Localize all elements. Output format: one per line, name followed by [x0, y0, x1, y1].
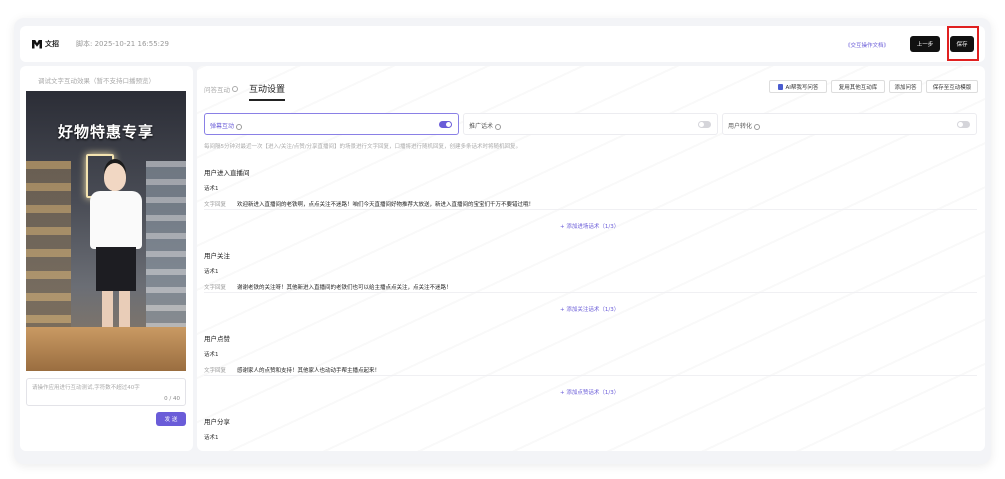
settings-panel: 问答互动 互动设置 AI帮我写问答 复用其他互动库 添加问答 保存至互动模版 弹… [197, 66, 985, 451]
toggle-switch-danmaku[interactable] [439, 121, 452, 128]
script-label: 话术1 [204, 186, 219, 192]
brand-name: 文招 [45, 40, 59, 48]
logo-icon [32, 39, 42, 49]
toggle-text: 推广话术 [469, 123, 494, 130]
tab-interact-settings[interactable]: 互动设置 [249, 82, 285, 95]
reuse-library-button[interactable]: 复用其他互动库 [831, 80, 885, 93]
help-icon [495, 123, 502, 130]
reply-text: 谢谢老铁的关注呀！其他新进入直播间的老铁们也可以给主播点点关注，点关注不迷路！ [237, 285, 452, 291]
preview-title: 调试文字互动效果（暂不支持口播预览） [38, 77, 155, 85]
operation-doc-link[interactable]: 《交互操作文档》 [845, 41, 889, 49]
avatar-head [104, 163, 126, 191]
avatar-skirt [96, 247, 136, 291]
script-label: 话术1 [204, 269, 219, 275]
digital-human-avatar [88, 161, 144, 336]
live-preview-image: 好物特惠专享 [26, 91, 186, 371]
toggle-switch-conversion[interactable] [957, 121, 970, 128]
toggle-label: 用户转化 [728, 121, 761, 130]
shelf-right [146, 161, 186, 341]
add-qa-button[interactable]: 添加问答 [889, 80, 922, 93]
shelf-left [26, 161, 71, 341]
toggle-text: 用户转化 [728, 123, 753, 130]
save-template-button[interactable]: 保存至互动模版 [926, 80, 978, 93]
previous-step-button[interactable]: 上一步 [910, 36, 940, 52]
ai-write-button[interactable]: AI帮我写问答 [769, 80, 827, 93]
chat-char-count: 0 / 40 [164, 396, 180, 402]
help-icon [236, 123, 243, 130]
add-enter-script-link[interactable]: + 添加进场话术（1/3） [560, 222, 619, 230]
help-icon [754, 123, 761, 130]
reply-row-like[interactable]: 文字回复 感谢家人的点赞和支持！其他家人也动动手帮主播点起来！ [204, 364, 977, 376]
save-highlight-box [947, 26, 979, 61]
toggle-card-promo[interactable]: 推广话术 [463, 113, 718, 135]
active-tab-underline [249, 99, 285, 101]
add-follow-script-link[interactable]: + 添加关注话术（1/3） [560, 305, 619, 313]
reply-key: 文字回复 [204, 368, 227, 374]
script-label: 话术1 [204, 352, 219, 358]
tab-qa-label: 问答互动 [204, 86, 230, 94]
toggle-card-danmaku[interactable]: 弹幕互动 [204, 113, 459, 135]
script-label: 话术1 [204, 435, 219, 441]
section-title-like: 用户点赞 [204, 335, 230, 343]
toggle-label: 推广话术 [469, 121, 502, 130]
toggle-card-conversion[interactable]: 用户转化 [722, 113, 977, 135]
test-chat-input[interactable]: 请操作应用进行互动测试,字符数不超过40字 0 / 40 [26, 378, 186, 406]
interval-hint: 每间隔5分钟对最近一次【进入/关注/点赞/分享直播间】的场景进行文字回复，口播将… [204, 144, 522, 150]
reply-row-enter[interactable]: 文字回复 欢迎新进入直播间的老铁啊，点点关注不迷路！咱们今天直播间好物推荐大放送… [204, 198, 977, 210]
tab-qa[interactable]: 问答互动 [204, 84, 238, 94]
document-icon [777, 83, 783, 90]
reply-key: 文字回复 [204, 285, 227, 291]
preview-banner: 好物特惠专享 [57, 123, 154, 141]
section-title-share: 用户分享 [204, 418, 230, 426]
counter-table [26, 327, 186, 371]
section-title-enter: 用户进入直播间 [204, 169, 250, 177]
chat-placeholder: 请操作应用进行互动测试,字符数不超过40字 [32, 385, 140, 391]
ai-write-label: AI帮我写问答 [785, 84, 819, 91]
reply-row-follow[interactable]: 文字回复 谢谢老铁的关注呀！其他新进入直播间的老铁们也可以给主播点点关注，点关注… [204, 281, 977, 293]
add-like-script-link[interactable]: + 添加点赞话术（1/3） [560, 388, 619, 396]
avatar-torso [90, 191, 142, 249]
script-timestamp: 脚本: 2025-10-21 16:55:29 [76, 40, 169, 48]
send-button[interactable]: 发 送 [156, 412, 186, 426]
reply-key: 文字回复 [204, 202, 227, 208]
toggle-label: 弹幕互动 [210, 121, 243, 130]
section-title-follow: 用户关注 [204, 252, 230, 260]
brand-logo: 文招 [32, 39, 59, 49]
preview-panel: 调试文字互动效果（暂不支持口播预览） 好物特惠专享 请操作应用进行互动测试,字符… [20, 66, 193, 451]
toggle-text: 弹幕互动 [210, 123, 235, 130]
reply-text: 欢迎新进入直播间的老铁啊，点点关注不迷路！咱们今天直播间好物推荐大放送，新进入直… [237, 202, 535, 208]
reply-text: 感谢家人的点赞和支持！其他家人也动动手帮主播点起来！ [237, 368, 381, 374]
top-bar: 文招 脚本: 2025-10-21 16:55:29 《交互操作文档》 上一步 … [20, 26, 985, 62]
help-icon [232, 86, 238, 92]
toggle-switch-promo[interactable] [698, 121, 711, 128]
